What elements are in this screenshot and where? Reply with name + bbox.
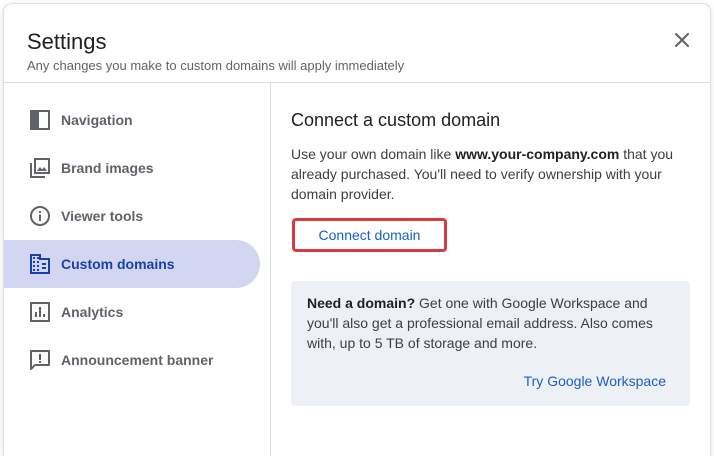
sidebar-item-label: Viewer tools <box>61 208 144 224</box>
promo-bold: Need a domain? <box>307 295 416 311</box>
try-google-workspace-link[interactable]: Try Google Workspace <box>524 372 666 390</box>
domain-icon <box>30 254 50 274</box>
announcement-icon <box>30 350 50 370</box>
promo-text: Need a domain? Get one with Google Works… <box>307 293 677 353</box>
close-button[interactable] <box>670 28 694 52</box>
sidebar-item-label: Custom domains <box>61 256 175 272</box>
sidebar-item-announcement-banner[interactable]: Announcement banner <box>4 336 260 384</box>
sidebar-item-analytics[interactable]: Analytics <box>4 288 260 336</box>
analytics-chart-icon <box>30 302 50 322</box>
dialog-header: Settings Any changes you make to custom … <box>4 4 710 83</box>
desc-prefix: Use your own domain like <box>291 146 456 162</box>
navigation-panel-icon <box>30 110 50 130</box>
sidebar-item-brand-images[interactable]: Brand images <box>4 144 260 192</box>
close-icon <box>675 33 689 47</box>
sidebar-item-custom-domains[interactable]: Custom domains <box>4 240 260 288</box>
info-icon <box>30 206 50 226</box>
sidebar-item-viewer-tools[interactable]: Viewer tools <box>4 192 260 240</box>
workspace-promo-card: Need a domain? Get one with Google Works… <box>291 281 690 406</box>
main-content: Connect a custom domain Use your own dom… <box>291 83 691 456</box>
section-heading: Connect a custom domain <box>291 110 501 130</box>
settings-dialog: Settings Any changes you make to custom … <box>4 4 710 456</box>
dialog-subtitle: Any changes you make to custom domains w… <box>27 58 405 73</box>
example-domain: www.your-company.com <box>455 146 620 162</box>
section-description: Use your own domain like www.your-compan… <box>291 144 686 204</box>
sidebar-item-label: Analytics <box>61 304 124 320</box>
dialog-title: Settings <box>27 29 107 54</box>
photo-library-icon <box>30 158 50 178</box>
settings-sidebar: Navigation Brand images Viewer tools Cus… <box>4 83 271 456</box>
sidebar-item-label: Navigation <box>61 112 133 128</box>
sidebar-item-navigation[interactable]: Navigation <box>4 96 260 144</box>
connect-domain-button[interactable]: Connect domain <box>292 218 447 252</box>
sidebar-item-label: Brand images <box>61 160 154 176</box>
sidebar-item-label: Announcement banner <box>61 352 214 368</box>
